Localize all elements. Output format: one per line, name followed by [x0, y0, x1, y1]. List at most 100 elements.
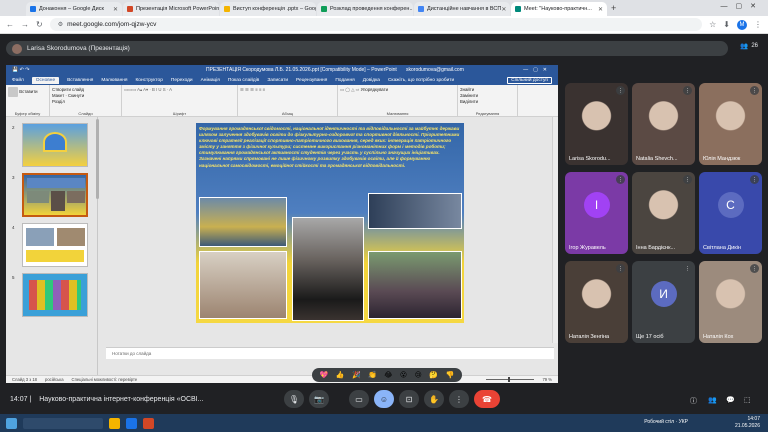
- new-tab-button[interactable]: +: [611, 3, 616, 13]
- browser-tab[interactable]: Meet: "Науково-практичн... ✕: [511, 2, 607, 16]
- reload-icon[interactable]: ↻: [36, 20, 43, 29]
- more-options-button[interactable]: ⋮: [449, 390, 469, 408]
- chrome-icon[interactable]: [126, 417, 137, 429]
- ribbon-group-font: ▭▭▭ A▴ A▾ · B I U S · A Шрифт: [122, 85, 238, 117]
- participant-tile[interactable]: И Ще 17 осіб ⋮: [632, 261, 695, 343]
- tab-favicon-icon: [30, 6, 36, 12]
- window-controls[interactable]: —▢✕: [721, 2, 764, 10]
- profile-avatar[interactable]: M: [737, 19, 747, 30]
- forward-icon[interactable]: →: [21, 20, 29, 29]
- ppt-tab[interactable]: Вставлення: [67, 78, 93, 83]
- raise-hand-button[interactable]: ✋: [424, 390, 444, 408]
- mic-muted-icon: ⋮: [616, 175, 625, 184]
- slide-thumbnail-selected[interactable]: [22, 173, 88, 217]
- powerpoint-icon[interactable]: [143, 417, 154, 429]
- people-count[interactable]: 👥 26: [740, 42, 758, 50]
- reaction-emoji-button[interactable]: 😮: [400, 371, 407, 379]
- tray-clock[interactable]: 14:07 21.05.2026: [735, 416, 760, 430]
- share-access-button[interactable]: Спільний доступ: [507, 76, 552, 84]
- participants-icon[interactable]: 👥: [708, 396, 717, 404]
- back-icon[interactable]: ←: [6, 20, 14, 29]
- camera-button[interactable]: 📷: [309, 390, 329, 408]
- ppt-tab[interactable]: Довідка: [363, 78, 380, 83]
- ppt-tab[interactable]: Конструктор: [136, 78, 163, 83]
- autosave-icon[interactable]: 💾 ↶ ↷: [12, 67, 29, 73]
- present-button[interactable]: ⊡: [399, 390, 419, 408]
- slide-thumbnail[interactable]: [22, 123, 88, 167]
- activities-icon[interactable]: ⬚: [744, 396, 751, 404]
- participant-name: Наталія Зенгіна: [569, 334, 610, 340]
- input-language[interactable]: УКР: [679, 419, 688, 425]
- paste-button[interactable]: Вставити: [19, 89, 37, 94]
- ppt-tab[interactable]: Подання: [335, 78, 354, 83]
- site-info-icon[interactable]: ⚙: [58, 21, 63, 28]
- ppt-tab[interactable]: Анімація: [201, 78, 220, 83]
- reaction-emoji-button[interactable]: 😂: [384, 371, 392, 379]
- tab-close-icon[interactable]: ✕: [113, 6, 118, 13]
- captions-button[interactable]: ▭: [349, 390, 369, 408]
- notes-pane[interactable]: Нотатки до слайда: [106, 347, 554, 359]
- ppt-tab[interactable]: Файл: [12, 78, 24, 83]
- mic-button[interactable]: 🎙: [284, 390, 304, 408]
- download-icon[interactable]: ⬇: [723, 20, 730, 29]
- ppt-tab[interactable]: Переходи: [171, 78, 193, 83]
- thumbnails-scrollbar[interactable]: [96, 119, 99, 199]
- explorer-icon[interactable]: [109, 417, 120, 429]
- ppt-tab[interactable]: Записати: [267, 78, 288, 83]
- new-slide-button[interactable]: Створити слайд: [52, 87, 84, 92]
- participant-tile[interactable]: І Ігор Журавель ⋮: [565, 172, 628, 254]
- tab-close-icon[interactable]: ✕: [501, 6, 506, 13]
- browser-toolbar: ← → ↻ ⚙ meet.google.com/jom-qjzw-ycv ☆ ⬇…: [0, 16, 768, 34]
- slide-thumbnail[interactable]: [22, 223, 88, 267]
- ppt-tab[interactable]: Показ слайдів: [228, 78, 259, 83]
- status-accessibility[interactable]: Спеціальні можливості: перевірте: [72, 377, 138, 382]
- participant-tile[interactable]: Наталія Зенгіна ⋮: [565, 261, 628, 343]
- start-icon[interactable]: [6, 417, 17, 429]
- section-button[interactable]: Розділ: [52, 99, 65, 104]
- participant-name: Юлія Мандзюк: [703, 156, 741, 162]
- ppt-tab[interactable]: Основне: [31, 76, 60, 84]
- participant-tile[interactable]: Larisa Skorodu... ⋮: [565, 83, 628, 165]
- address-bar[interactable]: ⚙ meet.google.com/jom-qjzw-ycv: [49, 18, 703, 31]
- info-icon[interactable]: ⓘ: [690, 396, 697, 406]
- browser-tab[interactable]: Виступ конференція .pptx – Google✕: [220, 2, 316, 16]
- reaction-emoji-button[interactable]: 🎉: [352, 371, 361, 379]
- reaction-emoji-button[interactable]: 👎: [445, 371, 454, 379]
- ppt-window-controls[interactable]: —▢✕: [523, 67, 552, 73]
- reaction-emoji-button[interactable]: 👍: [336, 371, 345, 379]
- menu-kebab-icon[interactable]: ⋮: [754, 20, 762, 29]
- select-button[interactable]: Виділити: [460, 99, 515, 105]
- reset-button[interactable]: Скинути: [68, 93, 84, 98]
- leave-call-button[interactable]: ☎: [474, 390, 500, 408]
- participant-tile[interactable]: С Світлана Дикін ⋮: [699, 172, 762, 254]
- layout-button[interactable]: Макет: [52, 93, 64, 98]
- taskbar-search[interactable]: [23, 417, 103, 429]
- reaction-emoji-button[interactable]: 🤔: [429, 371, 438, 379]
- browser-tab[interactable]: Донаконня – Google Диск ✕: [26, 2, 122, 16]
- reaction-emoji-button[interactable]: 😢: [415, 371, 422, 379]
- participant-tile[interactable]: Юлія Мандзюк ⋮: [699, 83, 762, 165]
- slide-scrollbar[interactable]: [552, 117, 558, 343]
- thumb-number: 4: [12, 225, 15, 230]
- ppt-tab[interactable]: Скажіть, що потрібно зробити: [388, 78, 454, 83]
- browser-tab[interactable]: Розклад проведення конферен...✕: [317, 2, 413, 16]
- paste-icon[interactable]: [8, 87, 18, 97]
- emoji-button[interactable]: ☺: [374, 390, 394, 408]
- ppt-tab[interactable]: Малювання: [101, 78, 127, 83]
- reaction-emoji-button[interactable]: 💖: [320, 371, 329, 379]
- reaction-emoji-button[interactable]: 👏: [368, 371, 377, 379]
- ppt-ribbon: Вставити Буфер обміну Створити слайд Мак…: [6, 85, 558, 117]
- bookmark-star-icon[interactable]: ☆: [709, 20, 716, 29]
- ppt-tab[interactable]: Рецензування: [296, 78, 327, 83]
- browser-tab[interactable]: Дистанційне навчання в ВСП ✕: [414, 2, 510, 16]
- tab-close-icon[interactable]: ✕: [598, 6, 603, 13]
- current-slide[interactable]: Формування громадянської свідомості, нац…: [196, 123, 464, 323]
- participant-tile[interactable]: Інна Бардієнк... ⋮: [632, 172, 695, 254]
- browser-tab[interactable]: Презентація Microsoft PowerPoint✕: [123, 2, 219, 16]
- zoom-slider[interactable]: [486, 377, 535, 382]
- participant-tile[interactable]: Natalia Shevch... ⋮: [632, 83, 695, 165]
- arrange-button[interactable]: Упорядкувати: [361, 87, 388, 92]
- participant-tile[interactable]: Наталія Кох ⋮: [699, 261, 762, 343]
- chat-icon[interactable]: 💬: [726, 396, 735, 404]
- slide-thumbnail[interactable]: [22, 273, 88, 317]
